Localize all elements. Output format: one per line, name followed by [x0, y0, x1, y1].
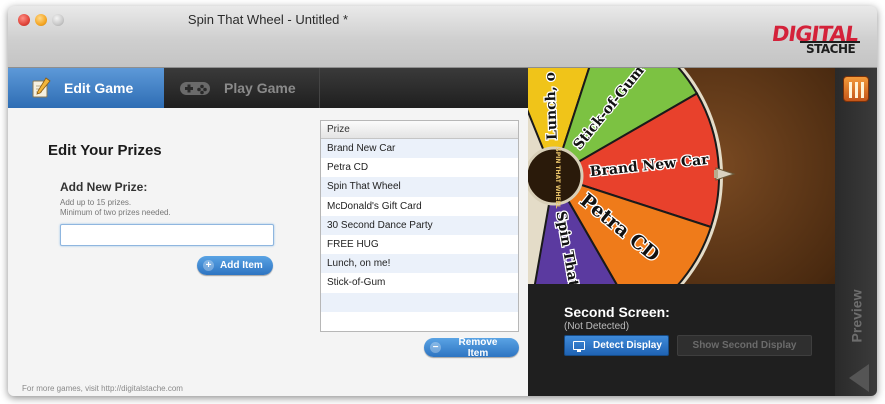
logo-text-bottom: STACHE [806, 42, 856, 56]
book-icon[interactable] [843, 76, 869, 102]
mode-tab-bar: Edit Game Play Game [8, 68, 528, 108]
add-item-button[interactable]: + Add Item [197, 256, 273, 275]
add-prize-label: Add New Prize: [60, 180, 148, 194]
preview-toggle[interactable]: Preview [843, 286, 869, 346]
app-window: Spin That Wheel - Untitled * DIGITAL STA… [8, 6, 877, 396]
prize-list[interactable]: Prize Brand New Car Petra CD Spin That W… [320, 120, 519, 332]
remove-item-label: Remove Item [458, 336, 498, 359]
wheel-pointer-icon [715, 167, 736, 181]
prize-rows: Brand New Car Petra CD Spin That Wheel M… [321, 139, 518, 331]
wheel-pointer-base [714, 170, 718, 178]
wheel-preview: Lunch, o Stick-of-Gum Brand New Car Petra C… [528, 68, 835, 284]
list-item[interactable]: Lunch, on me! [321, 254, 518, 274]
title-bar[interactable]: Spin That Wheel - Untitled * DIGITAL STA… [8, 6, 877, 68]
prize-wheel: Lunch, o Stick-of-GumBrand New CarPetra C… [528, 68, 736, 284]
collapse-arrow-icon[interactable] [849, 364, 869, 392]
wheel-hub-text: SPIN THAT WHEEL [554, 147, 561, 208]
pencil-paper-icon [32, 77, 51, 98]
list-item[interactable]: McDonald's Gift Card [321, 196, 518, 216]
prize-minimum-hint: Minimum of two prizes needed. [60, 208, 171, 217]
tab-play-game[interactable]: Play Game [164, 68, 320, 108]
window-title: Spin That Wheel - Untitled * [187, 12, 349, 27]
monitor-icon [573, 341, 585, 352]
detect-display-button[interactable]: Detect Display [564, 335, 669, 356]
second-screen-panel: Second Screen: (Not Detected) Detect Dis… [528, 284, 835, 396]
footer-link-text: For more games, visit http://digitalstac… [22, 384, 183, 393]
wheel-segments: Lunch, o Stick-of-GumBrand New CarPetra C… [528, 68, 723, 284]
preview-side-strip: Preview [835, 68, 877, 396]
add-item-label: Add Item [220, 260, 263, 271]
second-screen-status: (Not Detected) [564, 321, 630, 332]
new-prize-input[interactable] [60, 224, 274, 246]
preview-label: Preview [848, 289, 864, 343]
prize-limit-hint: Add up to 15 prizes. [60, 198, 132, 207]
detect-display-label: Detect Display [593, 340, 662, 351]
tab-edit-game-label: Edit Game [64, 80, 134, 96]
list-item[interactable] [321, 311, 518, 331]
second-screen-title: Second Screen: [564, 304, 670, 320]
list-item[interactable]: FREE HUG [321, 234, 518, 255]
list-item[interactable] [321, 292, 518, 312]
tab-edit-game[interactable]: Edit Game [8, 68, 164, 108]
tab-play-game-label: Play Game [224, 80, 296, 96]
digital-stache-logo: DIGITAL STACHE [770, 22, 862, 58]
list-item[interactable]: Petra CD [321, 158, 518, 178]
page-title: Edit Your Prizes [48, 142, 162, 159]
list-item[interactable]: 30 Second Dance Party [321, 215, 518, 235]
list-item[interactable]: Spin That Wheel [321, 177, 518, 197]
gamepad-icon [180, 82, 210, 95]
list-item[interactable]: Brand New Car [321, 139, 518, 159]
list-item[interactable]: Stick-of-Gum [321, 273, 518, 293]
edit-prizes-panel: Edit Your Prizes Add New Prize: Add up t… [8, 108, 528, 396]
remove-item-button[interactable]: − Remove Item [424, 336, 519, 359]
minus-icon: − [430, 342, 441, 353]
show-second-display-label: Show Second Display [692, 340, 797, 351]
show-second-display-button[interactable]: Show Second Display [677, 335, 812, 356]
plus-icon: + [203, 260, 214, 271]
wheel-segment-label: Lunch, o [542, 72, 560, 141]
prize-column-header[interactable]: Prize [321, 121, 518, 139]
